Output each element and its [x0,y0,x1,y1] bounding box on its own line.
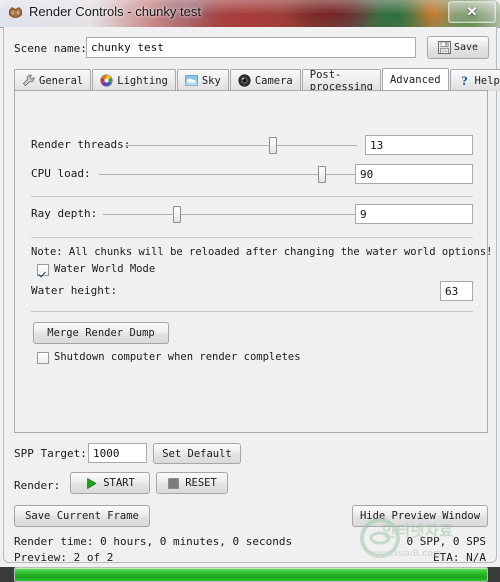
close-button[interactable]: ✕ [448,1,496,23]
render-threads-input[interactable] [365,135,473,155]
stop-square-icon [168,477,179,489]
floppy-disk-icon [437,41,451,54]
advanced-tab-panel: Render threads: CPU load: Ray depth: Not… [14,90,492,433]
save-scene-label: Save [453,42,479,53]
ray-depth-input[interactable] [355,204,473,224]
camera-lens-icon [238,74,251,87]
ray-depth-label: Ray depth: [31,207,98,220]
tab-lighting[interactable]: Lighting [92,69,176,91]
save-current-frame-button[interactable]: Save Current Frame [14,505,150,527]
shutdown-label: Shutdown computer when render completes [54,351,301,363]
render-controls-window: Render Controls - chunky test ✕ Scene na… [0,0,500,582]
render-threads-slider-track[interactable] [125,145,357,146]
tab-lighting-label: Lighting [117,74,168,87]
tab-camera[interactable]: Camera [229,69,301,91]
save-current-frame-label: Save Current Frame [25,510,139,522]
water-world-mode-label: Water World Mode [54,263,156,275]
start-render-button[interactable]: START [70,472,150,494]
scene-name-label: Scene name: [14,42,87,55]
tab-post-processing[interactable]: Post-processing [301,68,381,93]
divider-1 [31,196,473,197]
water-world-mode-checkbox[interactable] [37,264,49,276]
window-titlebar[interactable]: Render Controls - chunky test ✕ [0,0,500,28]
water-world-note: Note: All chunks will be reloaded after … [31,246,493,258]
preview-status: Preview: 2 of 2 [14,551,114,564]
water-height-label: Water height: [31,284,118,297]
ray-depth-slider-track[interactable] [103,214,357,215]
divider-2 [31,237,473,238]
scene-name-input[interactable] [86,37,416,58]
merge-render-dump-button[interactable]: Merge Render Dump [33,322,169,344]
ray-depth-slider-thumb[interactable] [173,206,181,223]
set-default-label: Set Default [162,447,232,460]
start-render-label: START [103,477,135,489]
tab-advanced[interactable]: Advanced [381,68,449,91]
render-threads-label: Render threads: [31,138,131,151]
tab-help-label: Help [474,74,500,87]
tab-help[interactable]: ? Help [449,69,500,91]
render-label: Render: [14,479,61,492]
wrench-icon [23,74,35,86]
cloud-sky-icon [185,75,198,86]
cpu-load-slider-thumb[interactable] [318,166,326,183]
shutdown-checkbox[interactable] [37,352,49,364]
chunky-app-icon [9,7,22,18]
tab-camera-label: Camera [254,74,293,87]
divider-3 [31,311,473,312]
reset-render-button[interactable]: RESET [156,472,228,494]
window-title: Render Controls - chunky test [29,4,201,19]
eta-status: ETA: N/A [433,551,486,564]
scene-name-row: Scene name: Save [14,36,489,60]
tab-general-label: General [39,74,84,87]
save-scene-button[interactable]: Save [427,36,489,59]
cpu-load-input[interactable] [355,164,473,184]
tab-post-processing-label: Post-processing [309,68,373,93]
spp-target-input[interactable] [88,443,147,463]
close-icon: ✕ [466,4,478,19]
cpu-load-label: CPU load: [31,167,91,180]
hide-preview-window-label: Hide Preview Window [359,510,481,522]
set-default-button[interactable]: Set Default [153,443,241,464]
play-triangle-icon [87,477,97,489]
tabstrip[interactable]: General Lighting Sky Camera Post-process… [14,68,500,93]
tab-sky[interactable]: Sky [176,69,229,91]
color-wheel-icon [100,74,113,87]
reset-render-label: RESET [185,477,217,489]
tab-sky-label: Sky [201,74,221,87]
tab-general[interactable]: General [14,69,92,91]
svg-text:?: ? [461,74,468,87]
render-progress-bar [14,567,488,582]
tab-advanced-label: Advanced [389,74,441,86]
spp-target-label: SPP Target: [14,447,87,460]
render-time-status: Render time: 0 hours, 0 minutes, 0 secon… [14,535,293,548]
client-area: Scene name: Save General [3,27,500,582]
render-progress-fill [15,568,487,581]
question-mark-icon: ? [461,74,468,87]
spp-sps-status: 0 SPP, 0 SPS [406,535,486,548]
water-height-input[interactable] [440,281,473,301]
render-threads-slider-thumb[interactable] [269,137,277,154]
merge-render-dump-label: Merge Render Dump [47,327,155,339]
hide-preview-window-button[interactable]: Hide Preview Window [352,505,488,527]
